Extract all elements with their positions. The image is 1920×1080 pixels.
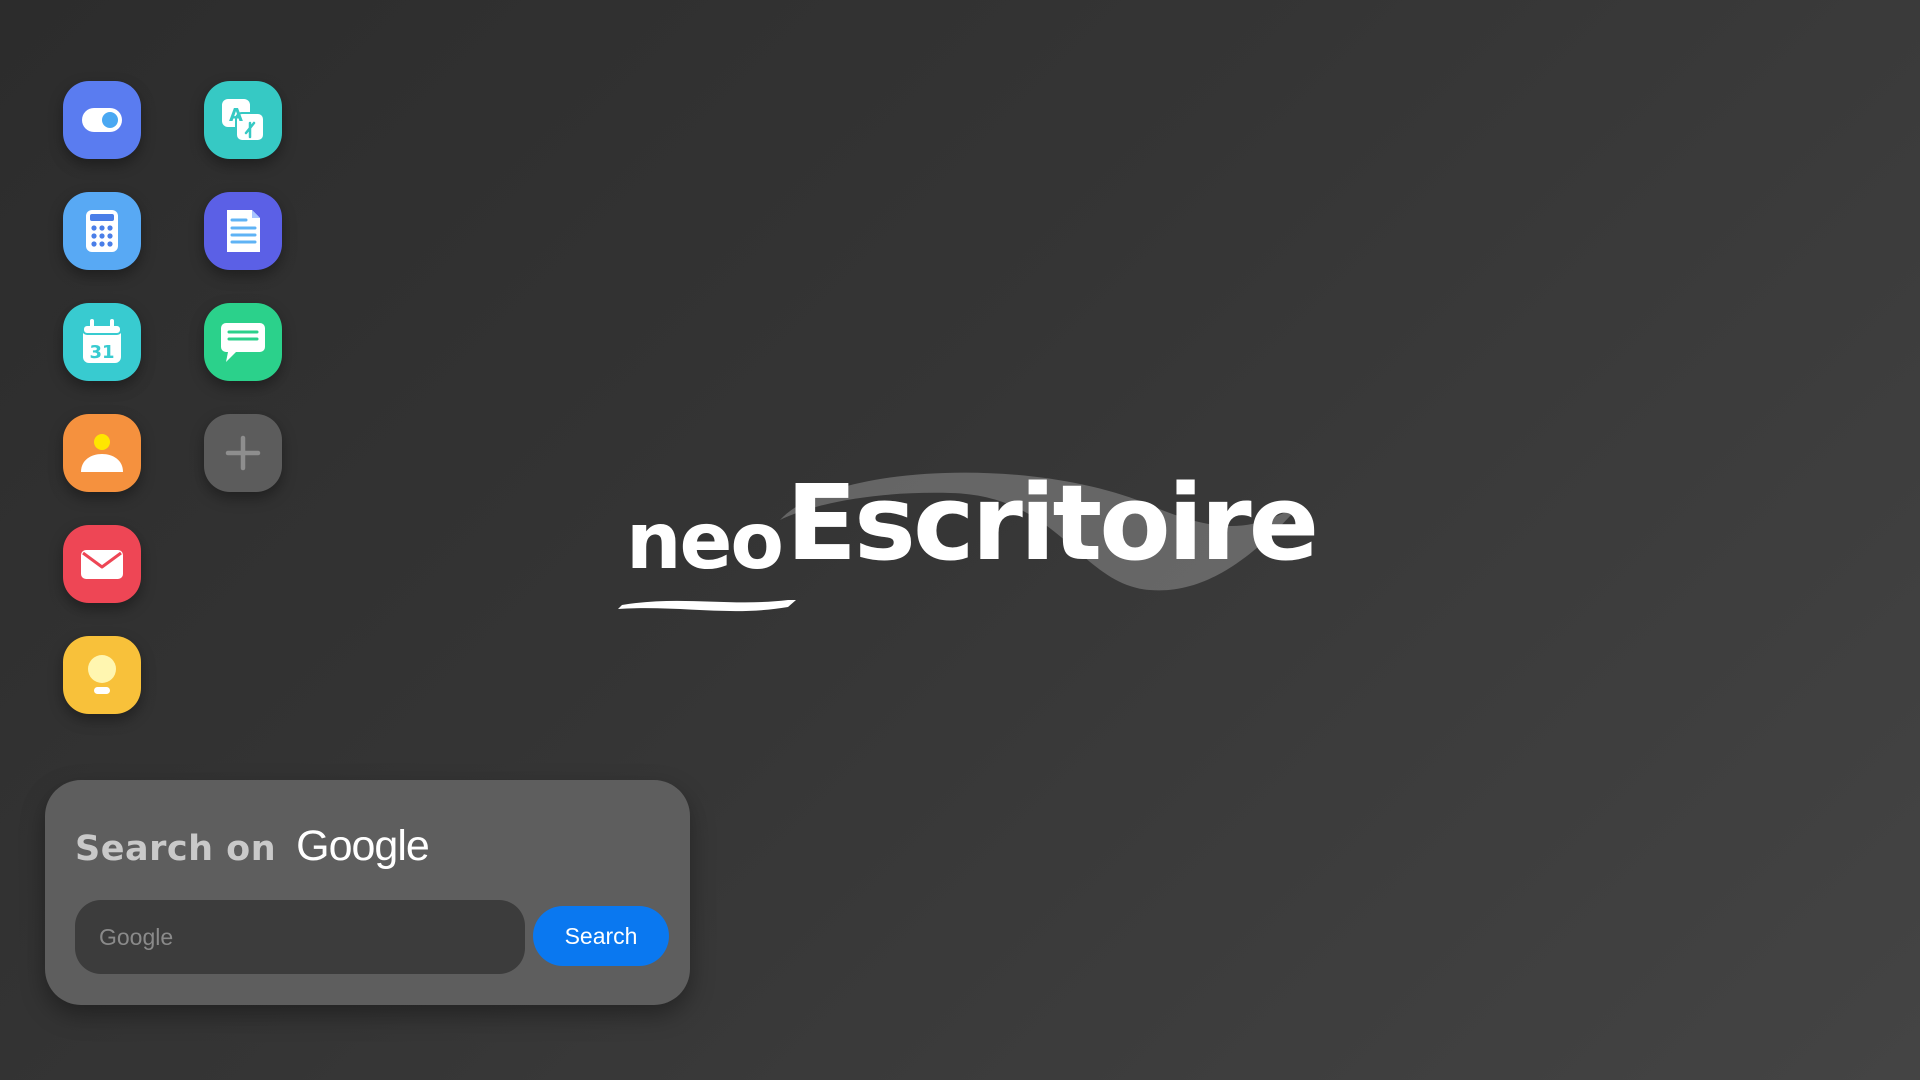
search-label: Search on xyxy=(75,829,277,869)
ideas-app-icon[interactable] xyxy=(63,636,141,714)
person-icon xyxy=(81,434,123,472)
search-button[interactable]: Search xyxy=(533,906,669,966)
calendar-app-icon[interactable]: 31 xyxy=(63,303,141,381)
calendar-day: 31 xyxy=(89,342,114,363)
document-app-icon[interactable] xyxy=(204,192,282,270)
translate-app-icon[interactable]: A xyxy=(204,81,282,159)
toggle-icon xyxy=(82,108,122,132)
mail-app-icon[interactable] xyxy=(63,525,141,603)
chat-icon xyxy=(221,323,265,362)
document-icon xyxy=(227,210,260,252)
lightbulb-icon xyxy=(88,655,116,694)
plus-icon xyxy=(225,435,261,471)
calculator-icon xyxy=(86,210,118,252)
google-logo: Google xyxy=(296,822,430,870)
toggle-app-icon[interactable] xyxy=(63,81,141,159)
search-input[interactable] xyxy=(75,900,525,974)
svg-text:A: A xyxy=(229,105,243,126)
app-logo: neo Escritoire xyxy=(610,455,1319,635)
contacts-app-icon[interactable] xyxy=(63,414,141,492)
calendar-icon: 31 xyxy=(82,319,122,363)
logo-prefix: neo xyxy=(626,497,784,587)
add-app-button[interactable] xyxy=(204,414,282,492)
mail-icon xyxy=(81,550,123,579)
search-widget: Search on Google Search xyxy=(45,780,690,1005)
calculator-app-icon[interactable] xyxy=(63,192,141,270)
search-heading: Search on Google xyxy=(75,822,430,871)
chat-app-icon[interactable] xyxy=(204,303,282,381)
logo-name: Escritoire xyxy=(786,462,1319,584)
translate-icon: A xyxy=(222,99,265,142)
